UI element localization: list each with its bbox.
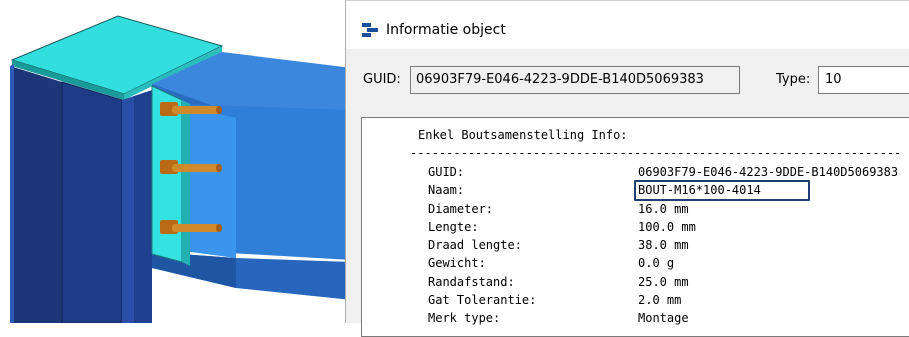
row-value-naam: BOUT-M16*100-4014 (638, 183, 761, 197)
info-object-dialog: Informatie object GUID: 06903F79-E046-42… (345, 0, 909, 337)
row-label-guid: GUID: (428, 165, 465, 179)
row-value-draad-lengte: 38.0 mm (638, 238, 689, 252)
row-label-diameter: Diameter: (428, 202, 494, 216)
row-label-naam: Naam: (428, 183, 465, 197)
row-value-guid: 06903F79-E046-4223-9DDE-B140D5069383 (638, 165, 899, 179)
model-view[interactable] (0, 0, 352, 323)
dialog-title: Informatie object (386, 22, 506, 38)
column-flange-left (10, 66, 62, 323)
row-value-gewicht: 0.0 g (638, 256, 675, 270)
info-report-panel[interactable]: Enkel Boutsamenstelling Info: ----------… (361, 117, 909, 337)
dialog-titlebar: Informatie object (346, 1, 909, 49)
report-separator: ----------------------------------------… (410, 146, 902, 160)
row-label-randafstand: Randafstand: (428, 275, 515, 289)
type-label: Type: (776, 72, 811, 87)
row-label-gat-tolerantie: Gat Tolerantie: (428, 293, 537, 307)
row-label-lengte: Lengte: (428, 220, 479, 234)
report-heading: Enkel Boutsamenstelling Info: (418, 128, 628, 142)
row-value-randafstand: 25.0 mm (638, 275, 689, 289)
row-value-diameter: 16.0 mm (638, 202, 689, 216)
column-flange-right (134, 90, 152, 323)
guid-label: GUID: (363, 72, 401, 87)
row-value-lengte: 100.0 mm (638, 220, 696, 234)
type-field[interactable]: 10 (818, 66, 909, 94)
info-object-icon (362, 23, 378, 37)
row-label-draad-lengte: Draad lengte: (428, 238, 522, 252)
row-value-gat-tolerantie: 2.0 mm (638, 293, 682, 307)
guid-field[interactable]: 06903F79-E046-4223-9DDE-B140D5069383 (410, 66, 740, 94)
row-label-gewicht: Gewicht: (428, 256, 486, 270)
